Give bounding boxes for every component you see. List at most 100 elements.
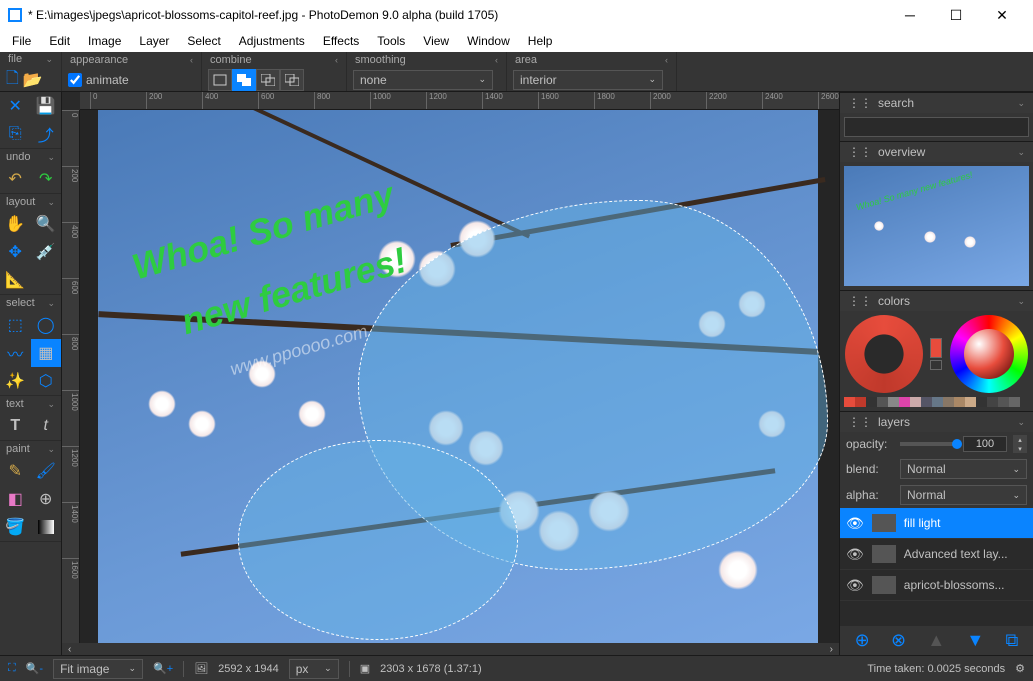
chevron-down-icon[interactable]: ⌄ bbox=[47, 152, 55, 163]
redo-icon[interactable]: ↷ bbox=[31, 165, 62, 193]
color-swatch[interactable] bbox=[976, 397, 987, 407]
export-icon[interactable]: ⤴ bbox=[31, 120, 62, 148]
smoothing-dropdown[interactable]: none⌄ bbox=[353, 70, 493, 90]
combine-subtract-icon[interactable] bbox=[256, 69, 280, 91]
color-swatch[interactable] bbox=[888, 397, 899, 407]
save-icon[interactable]: 💾 bbox=[31, 92, 62, 120]
chevron-down-icon[interactable]: ⌄ bbox=[45, 54, 53, 65]
hand-tool-icon[interactable]: ✋ bbox=[0, 210, 31, 238]
poly-select-icon[interactable]: ⬡ bbox=[31, 367, 62, 395]
opacity-down-icon[interactable]: ▾ bbox=[1013, 444, 1027, 453]
grip-icon[interactable]: ⋮⋮ bbox=[848, 96, 872, 110]
color-swatch[interactable] bbox=[910, 397, 921, 407]
brush-tool-icon[interactable]: 🖌 bbox=[31, 457, 62, 485]
layer-item[interactable]: 👁 apricot-blossoms... bbox=[840, 570, 1033, 601]
zoom-out-icon[interactable]: 🔍- bbox=[26, 662, 43, 675]
gradient-tool-icon[interactable] bbox=[31, 513, 62, 541]
layer-add-icon[interactable]: ⊕ bbox=[855, 630, 870, 651]
grip-icon[interactable]: ⋮⋮ bbox=[848, 415, 872, 429]
color-wheel-shade[interactable] bbox=[845, 315, 923, 393]
crop-tool-icon[interactable] bbox=[31, 266, 62, 294]
chevron-down-icon[interactable]: ⌄ bbox=[47, 399, 55, 410]
color-swatch[interactable] bbox=[899, 397, 910, 407]
menu-effects[interactable]: Effects bbox=[315, 32, 367, 50]
menu-adjustments[interactable]: Adjustments bbox=[231, 32, 313, 50]
opacity-input[interactable] bbox=[963, 436, 1007, 452]
color-swatch[interactable] bbox=[943, 397, 954, 407]
chevron-left-icon[interactable]: ‹ bbox=[335, 55, 338, 65]
menu-view[interactable]: View bbox=[415, 32, 457, 50]
canvas[interactable]: Whoa! So many new features! www.ppoooo.c… bbox=[80, 110, 839, 643]
search-input[interactable] bbox=[844, 117, 1029, 137]
zoom-tool-icon[interactable]: 🔍 bbox=[31, 210, 62, 238]
menu-image[interactable]: Image bbox=[80, 32, 129, 50]
measure-tool-icon[interactable]: 📐 bbox=[0, 266, 31, 294]
color-swatch[interactable] bbox=[987, 397, 998, 407]
color-swatch[interactable] bbox=[1009, 397, 1020, 407]
fg-color-swatch[interactable] bbox=[930, 338, 942, 358]
bg-color-swatch[interactable] bbox=[930, 360, 942, 370]
color-swatch[interactable] bbox=[844, 397, 855, 407]
opacity-up-icon[interactable]: ▴ bbox=[1013, 435, 1027, 444]
ellipse-select-icon[interactable]: ◯ bbox=[31, 311, 62, 339]
selection-region[interactable] bbox=[238, 440, 518, 640]
menu-layer[interactable]: Layer bbox=[131, 32, 177, 50]
pencil-tool-icon[interactable]: ✎ bbox=[0, 457, 31, 485]
layer-up-icon[interactable]: ▲ bbox=[927, 630, 945, 651]
blend-dropdown[interactable]: Normal⌄ bbox=[900, 459, 1027, 479]
status-menu-icon[interactable]: ⚙ bbox=[1015, 662, 1025, 675]
color-swatch[interactable] bbox=[855, 397, 866, 407]
animate-checkbox[interactable] bbox=[68, 73, 82, 87]
undo-icon[interactable]: ↶ bbox=[0, 165, 31, 193]
color-swatch[interactable] bbox=[932, 397, 943, 407]
visibility-eye-icon[interactable]: 👁 bbox=[846, 546, 864, 563]
visibility-eye-icon[interactable]: 👁 bbox=[846, 577, 864, 594]
maximize-button[interactable]: ☐ bbox=[933, 0, 979, 30]
area-dropdown[interactable]: interior⌄ bbox=[513, 70, 663, 90]
canvas-scrollbar[interactable]: ‹ › bbox=[62, 643, 839, 655]
new-file-icon[interactable]: 🗋 bbox=[6, 66, 19, 94]
combine-intersect-icon[interactable] bbox=[280, 69, 304, 91]
zoom-dropdown[interactable]: Fit image⌄ bbox=[53, 659, 143, 679]
visibility-eye-icon[interactable]: 👁 bbox=[846, 515, 864, 532]
save-copy-icon[interactable]: ⎘ bbox=[0, 120, 31, 148]
layer-item[interactable]: 👁 Advanced text lay... bbox=[840, 539, 1033, 570]
menu-file[interactable]: File bbox=[4, 32, 39, 50]
opacity-slider[interactable] bbox=[900, 442, 957, 446]
alpha-dropdown[interactable]: Normal⌄ bbox=[900, 485, 1027, 505]
color-swatch[interactable] bbox=[877, 397, 888, 407]
chevron-left-icon[interactable]: ‹ bbox=[190, 55, 193, 65]
grip-icon[interactable]: ⋮⋮ bbox=[848, 294, 872, 308]
layer-down-icon[interactable]: ▼ bbox=[966, 630, 984, 651]
clone-tool-icon[interactable]: ⊕ bbox=[31, 485, 62, 513]
fill-tool-icon[interactable]: 🪣 bbox=[0, 513, 31, 541]
chevron-down-icon[interactable]: ⌄ bbox=[1017, 417, 1025, 428]
color-swatch[interactable] bbox=[954, 397, 965, 407]
overview-thumbnail[interactable]: Whoa! So many new features! bbox=[844, 166, 1029, 286]
close-image-icon[interactable]: ✕ bbox=[0, 92, 31, 120]
combine-replace-icon[interactable] bbox=[208, 69, 232, 91]
minimize-button[interactable]: ─ bbox=[887, 0, 933, 30]
open-file-icon[interactable]: 📂 bbox=[23, 66, 43, 94]
chevron-down-icon[interactable]: ⌄ bbox=[47, 298, 55, 309]
layer-delete-icon[interactable]: ⊗ bbox=[891, 630, 906, 651]
wand-select-icon[interactable]: ✨ bbox=[0, 367, 31, 395]
chevron-down-icon[interactable]: ⌄ bbox=[1017, 147, 1025, 158]
combine-add-icon[interactable] bbox=[232, 69, 256, 91]
eyedropper-tool-icon[interactable]: 💉 bbox=[31, 238, 62, 266]
lasso-select-icon[interactable]: 〰 bbox=[0, 339, 31, 367]
grip-icon[interactable]: ⋮⋮ bbox=[848, 145, 872, 159]
color-swatch[interactable] bbox=[965, 397, 976, 407]
menu-window[interactable]: Window bbox=[459, 32, 518, 50]
menu-help[interactable]: Help bbox=[520, 32, 561, 50]
text-tool-icon[interactable]: T bbox=[0, 412, 31, 440]
chevron-down-icon[interactable]: ⌄ bbox=[47, 444, 55, 455]
layer-merge-icon[interactable]: ⧉ bbox=[1005, 630, 1018, 651]
color-swatch[interactable] bbox=[921, 397, 932, 407]
chevron-left-icon[interactable]: ‹ bbox=[665, 55, 668, 65]
chevron-down-icon[interactable]: ⌄ bbox=[1017, 296, 1025, 307]
menu-edit[interactable]: Edit bbox=[41, 32, 78, 50]
color-swatch[interactable] bbox=[866, 397, 877, 407]
fit-screen-icon[interactable]: ⛶ bbox=[8, 662, 16, 675]
zoom-in-icon[interactable]: 🔍+ bbox=[153, 662, 173, 675]
